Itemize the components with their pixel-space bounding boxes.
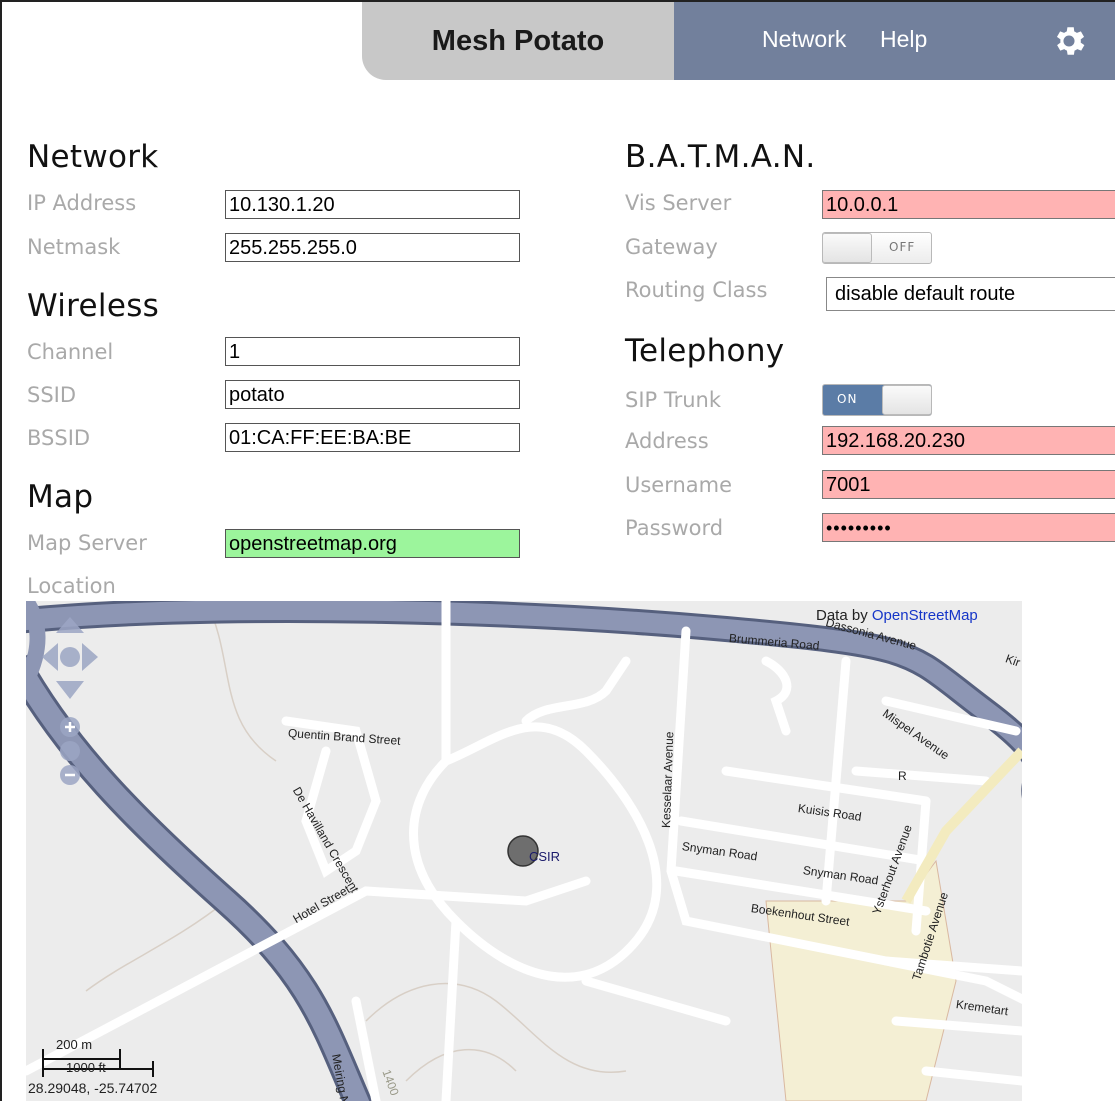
bssid-label: BSSID — [27, 426, 91, 450]
address-label: Address — [625, 429, 709, 453]
map-server-input[interactable]: openstreetmap.org — [225, 529, 520, 558]
vis-server-label: Vis Server — [625, 191, 732, 215]
openstreetmap-link[interactable]: OpenStreetMap — [872, 607, 978, 624]
channel-input[interactable]: 1 — [225, 337, 520, 366]
app-title: Mesh Potato — [362, 2, 674, 80]
vis-server-input[interactable]: 10.0.0.1 — [822, 190, 1115, 219]
map-server-label: Map Server — [27, 531, 147, 555]
gateway-toggle-state: OFF — [889, 240, 916, 254]
pan-center-icon — [60, 647, 80, 667]
nav-network-link[interactable]: Network — [762, 26, 846, 53]
location-label: Location — [27, 574, 116, 598]
pan-down-icon — [56, 681, 84, 699]
toggle-knob — [823, 233, 872, 263]
map-title: Map — [27, 479, 94, 515]
routing-class-label: Routing Class — [625, 278, 768, 302]
ssid-input[interactable]: potato — [225, 380, 520, 409]
wireless-title: Wireless — [27, 288, 160, 324]
address-input[interactable]: 192.168.20.230 — [822, 426, 1115, 455]
location-map[interactable]: Data by OpenStreetMap Brummeria Road Das… — [26, 601, 1022, 1101]
username-input[interactable]: 7001 — [822, 470, 1115, 499]
ssid-label: SSID — [27, 383, 77, 407]
globe-icon — [60, 741, 80, 761]
map-tiles — [26, 601, 1022, 1101]
gateway-label: Gateway — [625, 235, 718, 259]
network-title: Network — [27, 139, 159, 175]
password-input[interactable]: ••••••••• — [822, 513, 1115, 542]
sip-trunk-label: SIP Trunk — [625, 388, 722, 412]
nav-help-link[interactable]: Help — [880, 26, 927, 53]
bssid-input[interactable]: 01:CA:FF:EE:BA:BE — [225, 423, 520, 452]
ip-address-label: IP Address — [27, 191, 137, 215]
pan-up-icon — [56, 617, 84, 633]
routing-class-select[interactable]: disable default route — [826, 277, 1115, 311]
gateway-toggle[interactable]: OFF — [822, 232, 932, 264]
password-label: Password — [625, 516, 724, 540]
ip-address-input[interactable]: 10.130.1.20 — [225, 190, 520, 219]
marker-label: CSIR — [529, 849, 561, 864]
username-label: Username — [625, 473, 733, 497]
pan-left-icon — [42, 643, 58, 671]
sip-trunk-toggle[interactable]: ON — [822, 384, 932, 416]
street-label: R — [898, 769, 907, 783]
sip-trunk-toggle-state: ON — [837, 392, 858, 406]
pan-zoom-controls[interactable] — [40, 615, 100, 795]
toggle-knob — [882, 385, 931, 415]
mouse-coordinates: 28.29048, -25.74702 — [28, 1080, 158, 1096]
gear-icon[interactable] — [1050, 22, 1088, 60]
telephony-title: Telephony — [625, 333, 785, 369]
scale-metric: 200 m — [56, 1037, 93, 1052]
scale-imperial: 1000 ft — [66, 1060, 106, 1075]
channel-label: Channel — [27, 340, 114, 364]
pan-right-icon — [82, 643, 98, 671]
netmask-input[interactable]: 255.255.255.0 — [225, 233, 520, 262]
batman-title: B.A.T.M.A.N. — [625, 139, 816, 175]
netmask-label: Netmask — [27, 235, 121, 259]
